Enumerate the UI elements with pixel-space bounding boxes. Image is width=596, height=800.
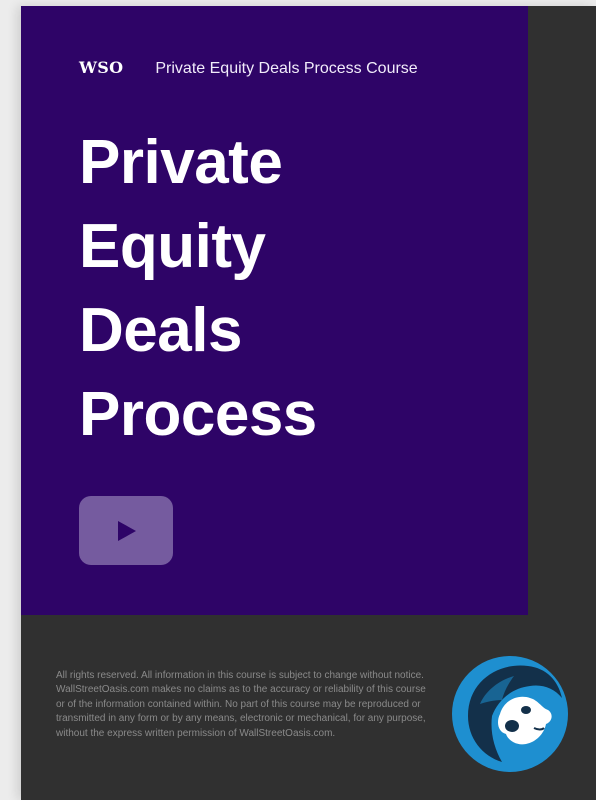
course-card: WSO Private Equity Deals Process Course … <box>21 6 596 800</box>
brand-header: WSO Private Equity Deals Process Course <box>79 58 418 78</box>
play-icon <box>118 520 136 541</box>
legal-notice: All rights reserved. All information in … <box>56 670 426 739</box>
title-line: Deals <box>79 296 242 365</box>
course-cover: WSO Private Equity Deals Process Course … <box>21 6 528 615</box>
wso-logo: WSO <box>79 58 124 77</box>
monkey-mascot-icon <box>452 656 568 772</box>
course-title: Private Equity Deals Process <box>79 121 317 457</box>
play-button[interactable] <box>79 496 173 565</box>
title-line: Private <box>79 128 283 197</box>
title-line: Equity <box>79 212 266 281</box>
title-line: Process <box>79 380 317 449</box>
course-label: Private Equity Deals Process Course <box>155 60 418 77</box>
